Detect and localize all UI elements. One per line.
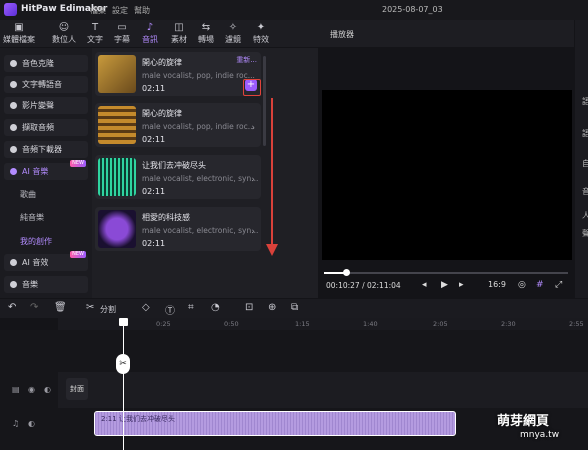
menu-file[interactable]: 檔案 [90, 5, 106, 16]
effect-icon: ✦ [256, 22, 266, 33]
ruler-tick: 0:50 [224, 320, 239, 328]
split-icon[interactable]: ✂ [86, 302, 94, 313]
sfx-icon [10, 259, 17, 266]
aspect-ratio-select[interactable]: 16:9 [488, 280, 506, 289]
voice-clone-icon [10, 60, 17, 67]
library-scrollbar[interactable] [263, 56, 266, 146]
delete-icon[interactable]: 🗑 [54, 302, 67, 313]
new-badge: NEW [70, 160, 86, 167]
playhead[interactable] [123, 318, 124, 450]
music-thumbnail [98, 106, 136, 144]
property-label: 音 [582, 187, 588, 196]
ruler-tick: 0:25 [156, 320, 171, 328]
microphone-icon [10, 124, 17, 131]
split-label[interactable]: 分割 [100, 304, 116, 315]
annotation-highlight-box [243, 79, 261, 96]
fullscreen-icon[interactable]: ⤢ [555, 280, 562, 290]
tts-icon [10, 81, 17, 88]
sidebar-item-extract-audio[interactable]: 擷取音頻 [4, 119, 88, 136]
ruler-tick: 2:30 [501, 320, 516, 328]
more-icon[interactable]: › [251, 227, 255, 237]
player-header [320, 20, 574, 47]
cover-button[interactable]: 封面 [66, 378, 88, 400]
playback-progress[interactable] [324, 272, 568, 274]
watermark-url: mnya.tw [520, 430, 560, 440]
sidebar-item-audio-downloader[interactable]: 音頻下載器 [4, 141, 88, 158]
music-card[interactable]: 開心的旋律 male vocalist, pop, indie roc... 0… [95, 103, 261, 147]
crop-icon[interactable]: ⌗ [188, 302, 194, 313]
more-icon[interactable]: › [251, 175, 255, 185]
app-logo-icon [4, 3, 17, 16]
speed-icon[interactable]: ◔ [211, 302, 220, 313]
track-audio-icon[interactable]: ♫ [12, 419, 19, 428]
menu-settings[interactable]: 設定 [112, 5, 128, 16]
music-card[interactable]: 相愛的科技感 male vocalist, electronic, syn...… [95, 207, 261, 251]
annotation-arrow-head [266, 244, 278, 256]
previous-frame-icon[interactable]: ◂ [422, 280, 427, 290]
property-label: 語 [582, 97, 588, 106]
property-label: 人 [582, 211, 588, 220]
playback-time: 00:10:27 / 02:11:04 [326, 281, 401, 290]
track-video-icon[interactable]: ▤ [12, 385, 20, 394]
more-icon[interactable]: › [251, 123, 255, 133]
property-label: 聲 [582, 229, 588, 238]
sidebar-item-tts[interactable]: 文字轉語音 [4, 76, 88, 93]
sidebar-sub-songs[interactable]: 歌曲 [20, 189, 36, 200]
track-audio-mute-icon[interactable]: ◐ [28, 419, 35, 428]
ruler-tick: 1:40 [363, 320, 378, 328]
sidebar-item-music[interactable]: 音樂 [4, 276, 88, 293]
undo-icon[interactable]: ↶ [8, 302, 16, 313]
ai-music-icon [10, 168, 17, 175]
tool-avatar[interactable]: ☺ 數位人 [47, 22, 81, 46]
media-icon: ▣ [14, 22, 24, 33]
project-title: 2025-08-07_03 [382, 5, 443, 14]
tool-media[interactable]: ▣ 媒體檔案 [2, 22, 36, 46]
download-icon [10, 146, 17, 153]
avatar-icon: ☺ [58, 22, 70, 33]
next-frame-icon[interactable]: ▸ [459, 280, 464, 290]
voice-changer-icon [10, 102, 17, 109]
player-title: 播放器 [330, 30, 354, 39]
sidebar-sub-instrumental[interactable]: 純音樂 [20, 212, 44, 223]
redo-icon[interactable]: ↷ [30, 302, 38, 313]
music-thumbnail [98, 210, 136, 248]
playback-knob[interactable] [343, 269, 350, 276]
snapshot-icon[interactable]: ◎ [518, 280, 526, 290]
property-label: 語 [582, 129, 588, 138]
new-badge-sfx: NEW [70, 251, 86, 258]
menu-help[interactable]: 幫助 [134, 5, 150, 16]
audio-clip-label: 2:11 让我们去冲破尽头 [101, 415, 175, 423]
sidebar-item-voice-changer[interactable]: 影片變聲 [4, 97, 88, 114]
sidebar-sub-my-creations[interactable]: 我的創作 [20, 236, 52, 247]
sidebar-item-voice-clone[interactable]: 音色克隆 [4, 55, 88, 72]
property-label: 自 [582, 159, 588, 168]
video-track[interactable] [58, 372, 588, 408]
export-clip-icon[interactable]: ⧉ [291, 302, 298, 313]
music-card[interactable]: 让我们去冲破尽头 male vocalist, electronic, syn.… [95, 155, 261, 199]
chevron-right-icon [10, 281, 17, 288]
video-preview [322, 90, 572, 260]
watermark-text: 萌芽網頁 [497, 414, 550, 429]
ruler-tick: 1:15 [295, 320, 310, 328]
track-visibility-icon[interactable]: ◉ [28, 385, 35, 394]
annotation-arrow [271, 98, 273, 248]
music-card[interactable]: 開心的旋律 重新... male vocalist, pop, indie ro… [95, 52, 261, 96]
play-icon[interactable]: ▶ [441, 280, 448, 290]
marker-icon[interactable]: ◇ [142, 302, 150, 313]
tool-effect[interactable]: ✦ 特效 [244, 22, 278, 46]
audio-clip[interactable]: 2:11 让我们去冲破尽头 [94, 411, 456, 436]
download-frame-icon[interactable]: ⊕ [268, 302, 276, 313]
playhead-handle[interactable] [119, 318, 128, 326]
track-mute-icon[interactable]: ◐ [44, 385, 51, 394]
grid-icon[interactable]: # [536, 280, 544, 290]
ruler-tick: 2:05 [433, 320, 448, 328]
regenerate-button[interactable]: 重新... [236, 55, 257, 65]
ruler-tick: 2:55 [569, 320, 584, 328]
split-cursor-icon[interactable]: ✂ [116, 354, 130, 374]
music-thumbnail [98, 158, 136, 196]
freeze-icon[interactable]: ⊡ [245, 302, 253, 313]
text-tool-icon[interactable]: Ⓣ [165, 302, 175, 317]
music-thumbnail [98, 55, 136, 93]
